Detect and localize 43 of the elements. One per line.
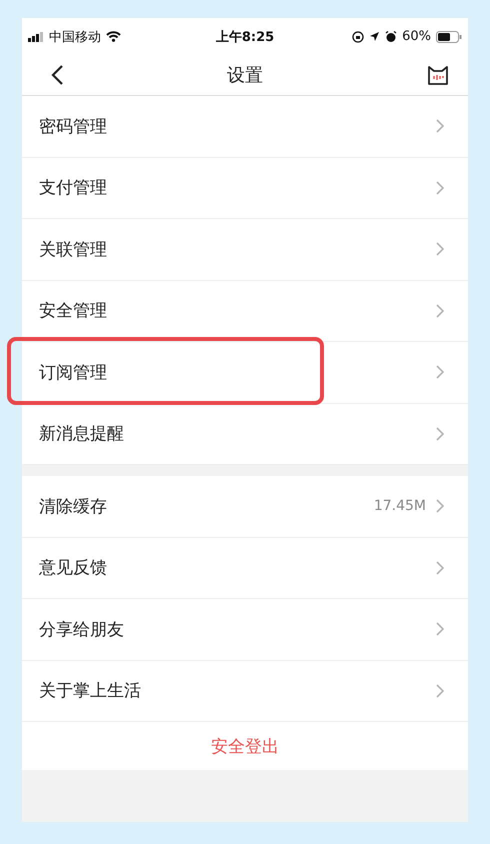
- row-label: 清除缓存: [39, 496, 108, 518]
- battery-icon: [436, 30, 462, 42]
- settings-row[interactable]: 清除缓存 17.45M: [22, 476, 468, 538]
- row-label: 密码管理: [39, 116, 108, 138]
- rotation-lock-icon: [352, 30, 364, 42]
- settings-row[interactable]: 支付管理: [22, 158, 468, 219]
- settings-row[interactable]: 订阅管理: [22, 342, 468, 404]
- row-label: 订阅管理: [39, 362, 108, 384]
- chevron-icon: [436, 242, 444, 256]
- row-label: 关联管理: [39, 238, 108, 261]
- location-icon: [369, 31, 380, 42]
- row-label: 意见反馈: [39, 557, 108, 580]
- row-label: 安全管理: [39, 300, 108, 322]
- settings-row[interactable]: 新消息提醒: [22, 404, 468, 465]
- chevron-icon: [436, 365, 444, 380]
- settings-row[interactable]: 密码管理: [22, 96, 468, 158]
- back-button[interactable]: [50, 64, 64, 86]
- chevron-icon: [436, 119, 444, 134]
- cat-face-icon[interactable]: [426, 64, 450, 86]
- alarm-icon: [385, 30, 398, 42]
- chevron-icon: [436, 426, 444, 441]
- chevron-icon: [436, 622, 444, 636]
- row-label: 分享给朋友: [39, 618, 125, 641]
- chevron-icon: [436, 499, 444, 514]
- signal-icon: [28, 32, 44, 42]
- chevron-icon: [436, 180, 444, 195]
- battery-percent: 60%: [402, 29, 431, 44]
- status-time: 上午8:25: [216, 28, 274, 46]
- row-label: 关于掌上生活: [39, 680, 142, 702]
- logout-button[interactable]: 安全登出: [22, 722, 468, 770]
- settings-row[interactable]: 安全管理: [22, 280, 468, 342]
- chevron-icon: [436, 684, 444, 698]
- row-label: 支付管理: [39, 177, 108, 200]
- row-value: 17.45M: [374, 498, 426, 514]
- chevron-icon: [436, 560, 444, 575]
- settings-row[interactable]: 分享给朋友: [22, 599, 468, 660]
- settings-row[interactable]: 关联管理: [22, 219, 468, 280]
- settings-row[interactable]: 意见反馈: [22, 538, 468, 599]
- row-label: 新消息提醒: [39, 423, 125, 446]
- wifi-icon: [106, 31, 121, 42]
- chevron-icon: [436, 304, 444, 318]
- carrier-name: 中国移动: [49, 28, 101, 46]
- page-title: 设置: [227, 64, 263, 87]
